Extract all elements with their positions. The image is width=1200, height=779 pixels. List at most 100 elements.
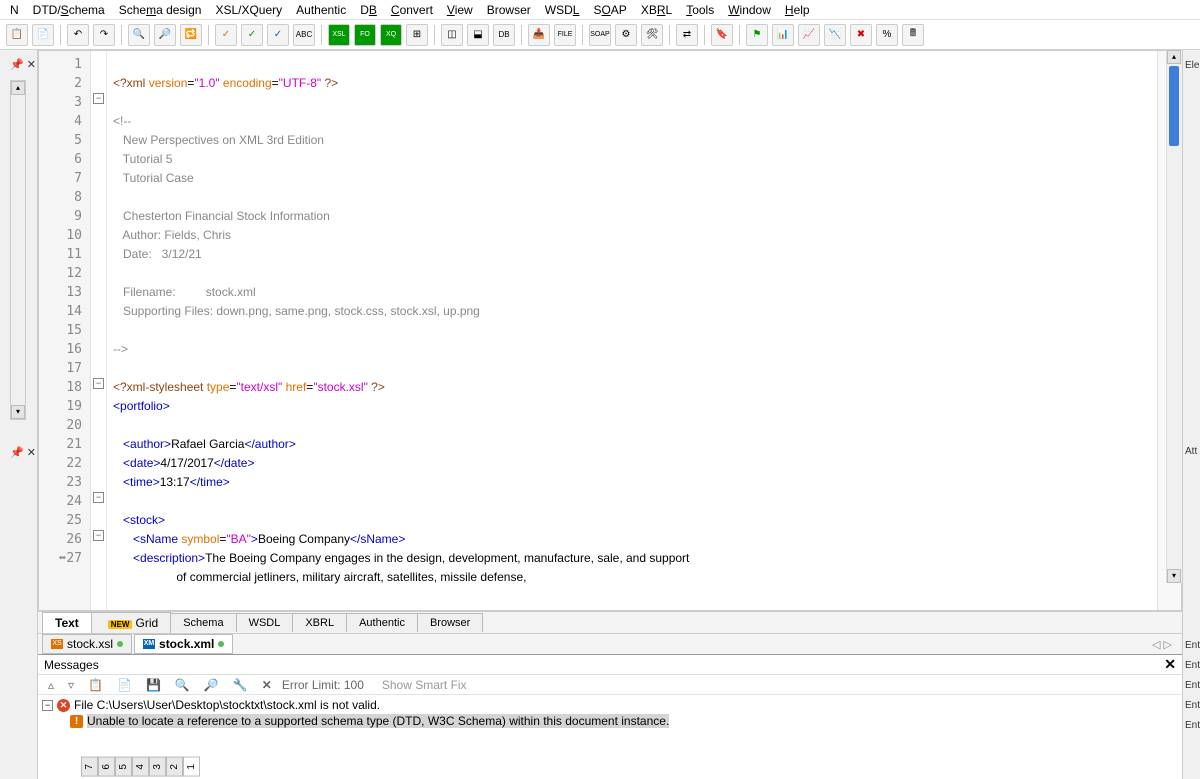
- db-icon[interactable]: DB: [493, 24, 515, 46]
- fold-marker[interactable]: −: [93, 93, 104, 104]
- chart3-icon[interactable]: 📉: [824, 24, 846, 46]
- msg-tab-2[interactable]: 2: [166, 757, 183, 777]
- find-icon[interactable]: 🔍: [128, 24, 150, 46]
- attributes-tab[interactable]: Att: [1185, 446, 1197, 457]
- tab-authentic[interactable]: Authentic: [346, 613, 418, 632]
- file-import-icon[interactable]: 📥: [528, 24, 550, 46]
- validate-all-icon[interactable]: ✓: [267, 24, 289, 46]
- file-tabs: XSstock.xsl XMstock.xml ◁ ▷: [38, 633, 1182, 654]
- msg-tab-5[interactable]: 5: [115, 757, 132, 777]
- menu-n[interactable]: N: [4, 2, 25, 18]
- find-next-icon[interactable]: 🔎: [154, 24, 176, 46]
- msg-tab-3[interactable]: 3: [149, 757, 166, 777]
- tab-browser[interactable]: Browser: [417, 613, 483, 632]
- message-text: File C:\Users\User\Desktop\stocktxt\stoc…: [74, 698, 380, 712]
- entities-tab[interactable]: Ent: [1185, 640, 1200, 651]
- copy-icon[interactable]: 📋: [6, 24, 28, 46]
- fold-marker[interactable]: −: [93, 492, 104, 503]
- code-area[interactable]: <?xml version="1.0" encoding="UTF-8" ?> …: [107, 51, 1157, 610]
- compare-icon[interactable]: ⇄: [676, 24, 698, 46]
- flag-icon[interactable]: ⚑: [746, 24, 768, 46]
- msg-copyall-icon[interactable]: 📄: [113, 678, 136, 692]
- filetab-stock-xml[interactable]: XMstock.xml: [134, 634, 233, 654]
- fold-marker[interactable]: −: [93, 378, 104, 389]
- tab-wsdl[interactable]: WSDL: [236, 613, 294, 632]
- msg-clear-icon[interactable]: ✕: [258, 678, 276, 692]
- menu-browser[interactable]: Browser: [481, 2, 537, 18]
- fold-marker[interactable]: −: [93, 530, 104, 541]
- pin2-icon[interactable]: 📌 ✕: [10, 446, 36, 459]
- fold-marker[interactable]: −: [42, 700, 53, 711]
- filetab-nav[interactable]: ◁ ▷: [1146, 638, 1178, 651]
- msg-save-icon[interactable]: 💾: [142, 678, 165, 692]
- gear-icon[interactable]: ⚙: [615, 24, 637, 46]
- calc-icon[interactable]: 🖩: [902, 24, 924, 46]
- entities-tab5[interactable]: Ent: [1185, 720, 1200, 731]
- undo-icon[interactable]: ↶: [67, 24, 89, 46]
- split-horiz-icon[interactable]: ◫: [441, 24, 463, 46]
- redo-icon[interactable]: ↷: [93, 24, 115, 46]
- menu-soap[interactable]: SOAP: [587, 2, 632, 18]
- menu-window[interactable]: Window: [722, 2, 777, 18]
- entities-tab2[interactable]: Ent: [1185, 660, 1200, 671]
- messages-body[interactable]: − ✕ File C:\Users\User\Desktop\stocktxt\…: [38, 695, 1182, 779]
- chart2-icon[interactable]: 📈: [798, 24, 820, 46]
- menu-db[interactable]: DB: [354, 2, 383, 18]
- menu-convert[interactable]: Convert: [385, 2, 439, 18]
- msg-tab-1[interactable]: 1: [183, 757, 200, 777]
- msg-tab-7[interactable]: 7: [81, 757, 98, 777]
- msg-findnext-icon[interactable]: 🔎: [200, 678, 223, 692]
- file-export-icon[interactable]: FILE: [554, 24, 576, 46]
- grid-icon[interactable]: ⊞: [406, 24, 428, 46]
- editor-vscrollbar[interactable]: ▴ ▾: [1166, 50, 1182, 583]
- menu-xbrl[interactable]: XBRL: [635, 2, 678, 18]
- messages-panel: Messages ✕ ▵ ▿ 📋 📄 💾 🔍 🔎 🔧 ✕ Error Limit…: [38, 654, 1182, 779]
- menu-authentic[interactable]: Authentic: [290, 2, 352, 18]
- chart-icon[interactable]: 📊: [772, 24, 794, 46]
- menu-bar: N DTD/Schema Schema design XSL/XQuery Au…: [0, 0, 1200, 20]
- msg-up-icon[interactable]: ▵: [44, 678, 58, 692]
- msg-copy-icon[interactable]: 📋: [84, 678, 107, 692]
- close-icon[interactable]: ✕: [1164, 656, 1176, 673]
- bookmark-icon[interactable]: 🔖: [711, 24, 733, 46]
- pin-icon[interactable]: 📌 ✕: [10, 58, 36, 71]
- soap-request-icon[interactable]: SOAP: [589, 24, 611, 46]
- msg-down-icon[interactable]: ▿: [64, 678, 78, 692]
- filetab-stock-xsl[interactable]: XSstock.xsl: [42, 634, 132, 654]
- tab-schema[interactable]: Schema: [170, 613, 236, 632]
- view-tabs: Text NEW Grid Schema WSDL XBRL Authentic…: [38, 611, 1182, 633]
- paste-icon[interactable]: 📄: [32, 24, 54, 46]
- elements-tab[interactable]: Ele: [1185, 60, 1199, 71]
- tab-text[interactable]: Text: [42, 612, 92, 633]
- xsl-icon[interactable]: XSL: [328, 24, 350, 46]
- delete-icon[interactable]: ✖: [850, 24, 872, 46]
- menu-tools[interactable]: Tools: [680, 2, 720, 18]
- msg-filter-icon[interactable]: 🔧: [229, 678, 252, 692]
- menu-view[interactable]: View: [441, 2, 479, 18]
- tab-grid[interactable]: NEW Grid: [91, 612, 171, 633]
- fo-icon[interactable]: FO: [354, 24, 376, 46]
- settings-icon[interactable]: 🛠: [641, 24, 663, 46]
- menu-schema-design[interactable]: Schema design: [113, 2, 208, 18]
- warning-icon: !: [70, 715, 83, 728]
- percent-icon[interactable]: %: [876, 24, 898, 46]
- modified-dot-icon: [218, 641, 224, 647]
- smartfix-link[interactable]: Show Smart Fix: [382, 678, 467, 692]
- validate-icon[interactable]: ✓: [241, 24, 263, 46]
- menu-wsdl[interactable]: WSDL: [539, 2, 586, 18]
- xq-icon[interactable]: XQ: [380, 24, 402, 46]
- menu-dtd-schema[interactable]: DTD/Schema: [27, 2, 111, 18]
- msg-find-icon[interactable]: 🔍: [171, 678, 194, 692]
- wellformed-check-icon[interactable]: ✓: [215, 24, 237, 46]
- menu-help[interactable]: Help: [779, 2, 816, 18]
- msg-tab-4[interactable]: 4: [132, 757, 149, 777]
- replace-icon[interactable]: 🔁: [180, 24, 202, 46]
- msg-tab-6[interactable]: 6: [98, 757, 115, 777]
- split-vert-icon[interactable]: ⬓: [467, 24, 489, 46]
- entities-tab4[interactable]: Ent: [1185, 700, 1200, 711]
- entities-tab3[interactable]: Ent: [1185, 680, 1200, 691]
- tab-xbrl[interactable]: XBRL: [292, 613, 347, 632]
- spellcheck-icon[interactable]: ABC: [293, 24, 315, 46]
- left-scrollbar[interactable]: ▴ ▾: [10, 80, 26, 420]
- menu-xsl-xquery[interactable]: XSL/XQuery: [209, 2, 288, 18]
